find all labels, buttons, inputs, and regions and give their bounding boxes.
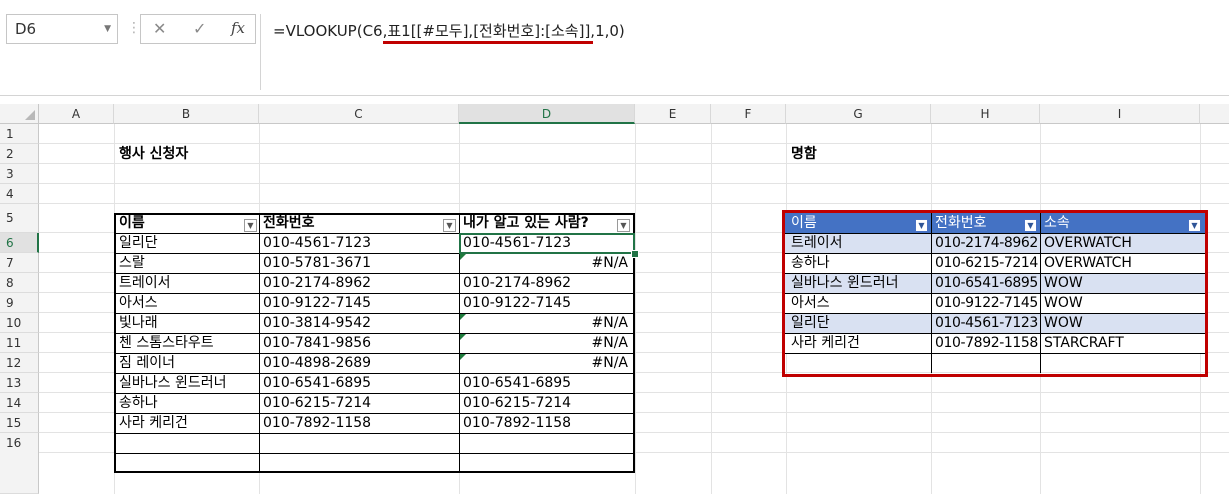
row-header-2[interactable]: 2	[0, 144, 39, 164]
filter-dropdown-icon[interactable]: ▼	[443, 219, 456, 232]
formula-underline	[383, 41, 593, 44]
table-cell[interactable]: 010-9122-7145	[260, 293, 458, 313]
column-header-c[interactable]: C	[259, 104, 459, 124]
table-cell[interactable]: 트레이서	[116, 273, 258, 293]
table-cell[interactable]: 010-7892-1158	[260, 413, 458, 433]
column-header-h[interactable]: H	[931, 104, 1040, 124]
column-header-b[interactable]: B	[114, 104, 259, 124]
fill-handle[interactable]	[631, 250, 639, 258]
column-header-a[interactable]: A	[39, 104, 114, 124]
table-cell[interactable]: 첸 스톰스타우트	[116, 333, 258, 353]
row-header-13[interactable]: 13	[0, 373, 39, 393]
chevron-down-icon[interactable]: ▼	[104, 15, 111, 43]
table-cell[interactable]: 일리단	[116, 233, 258, 253]
formula-text: =VLOOKUP(C6,표1[[#모두],[전화번호]:[소속]],1,0)	[273, 22, 625, 40]
table-cell[interactable]: #N/A	[460, 253, 634, 273]
table-cell[interactable]: 아서스	[116, 293, 258, 313]
name-box-value: D6	[15, 20, 37, 38]
table-cell[interactable]: 스랄	[116, 253, 258, 273]
select-all-button[interactable]	[0, 104, 39, 124]
formula-input[interactable]: =VLOOKUP(C6,표1[[#모두],[전화번호]:[소속]],1,0)	[260, 14, 1221, 90]
table-cell[interactable]: 010-5781-3671	[260, 253, 458, 273]
table-cell[interactable]: 010-6541-6895	[260, 373, 458, 393]
row-header-1[interactable]: 1	[0, 124, 39, 144]
column-header-e[interactable]: E	[635, 104, 711, 124]
row-header-14[interactable]: 14	[0, 393, 39, 413]
formula-bar: D6 ▼ ⋮ ✕ ✓ fx =VLOOKUP(C6,표1[[#모두],[전화번호…	[0, 0, 1229, 96]
table-cell[interactable]: 실바나스 윈드러너	[116, 373, 258, 393]
row-header-6[interactable]: 6	[0, 233, 39, 253]
row-header-16[interactable]: 16	[0, 433, 39, 494]
check-icon[interactable]: ✓	[193, 19, 206, 38]
column-header-f[interactable]: F	[711, 104, 786, 124]
cancel-icon[interactable]: ✕	[153, 19, 166, 38]
table-cell[interactable]: #N/A	[460, 313, 634, 333]
active-cell-d6[interactable]	[459, 233, 635, 254]
table-cell[interactable]: 010-4561-7123	[260, 233, 458, 253]
row-header-7[interactable]: 7	[0, 253, 39, 273]
name-box[interactable]: D6 ▼	[6, 14, 118, 44]
filter-dropdown-icon[interactable]: ▼	[244, 219, 257, 232]
table-cell[interactable]: 010-7892-1158	[460, 413, 634, 433]
table-cell[interactable]: #N/A	[460, 353, 634, 373]
row-header-5[interactable]: 5	[0, 204, 39, 233]
table-cell[interactable]: 송하나	[116, 393, 258, 413]
column-header-d[interactable]: D	[459, 104, 635, 124]
more-options-icon[interactable]: ⋮	[127, 20, 141, 38]
table-cell[interactable]: 010-2174-8962	[260, 273, 458, 293]
left-header-known: 내가 알고 있는 사람?	[463, 215, 589, 231]
table-cell[interactable]: 010-2174-8962	[460, 273, 634, 293]
column-header-g[interactable]: G	[786, 104, 931, 124]
row-header-15[interactable]: 15	[0, 413, 39, 433]
table-cell[interactable]: 짐 레이너	[116, 353, 258, 373]
row-header-9[interactable]: 9	[0, 293, 39, 313]
error-indicator-icon[interactable]	[460, 254, 466, 260]
row-header-10[interactable]: 10	[0, 313, 39, 333]
formula-buttons: ✕ ✓ fx	[140, 14, 256, 44]
error-indicator-icon[interactable]	[460, 354, 466, 360]
highlight-box	[782, 210, 1208, 377]
table-cell[interactable]: 010-3814-9542	[260, 313, 458, 333]
error-indicator-icon[interactable]	[460, 334, 466, 340]
table-cell[interactable]: #N/A	[460, 333, 634, 353]
table-cell[interactable]: 사라 케리건	[116, 413, 258, 433]
table-cell[interactable]: 빛나래	[116, 313, 258, 333]
column-header-blank[interactable]	[1200, 104, 1229, 124]
table-cell[interactable]: 010-7841-9856	[260, 333, 458, 353]
table-cell[interactable]: 010-6215-7214	[460, 393, 634, 413]
table-cell[interactable]: 010-4898-2689	[260, 353, 458, 373]
error-indicator-icon[interactable]	[460, 314, 466, 320]
left-header-phone: 전화번호	[263, 215, 315, 231]
table-cell[interactable]: 010-6541-6895	[460, 373, 634, 393]
row-header-11[interactable]: 11	[0, 333, 39, 353]
left-section-title: 행사 신청자	[119, 146, 189, 162]
column-header-i[interactable]: I	[1040, 104, 1200, 124]
insert-function-icon[interactable]: fx	[231, 19, 245, 37]
right-section-title: 명함	[791, 146, 817, 162]
row-header-3[interactable]: 3	[0, 164, 39, 184]
gridline	[635, 124, 636, 494]
left-header-name: 이름	[119, 215, 145, 231]
filter-dropdown-icon[interactable]: ▼	[617, 219, 630, 232]
gridline	[711, 124, 712, 494]
table-cell[interactable]: 010-9122-7145	[460, 293, 634, 313]
row-header-4[interactable]: 4	[0, 184, 39, 204]
row-header-8[interactable]: 8	[0, 273, 39, 293]
table-cell[interactable]: 010-6215-7214	[260, 393, 458, 413]
row-header-12[interactable]: 12	[0, 353, 39, 373]
